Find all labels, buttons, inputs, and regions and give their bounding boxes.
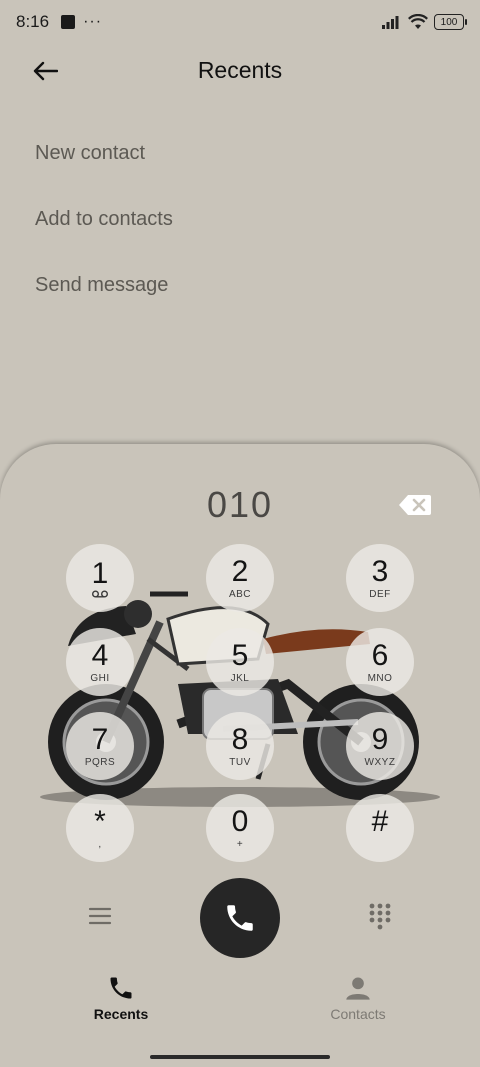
header: Recents <box>0 44 480 98</box>
tab-recents[interactable]: Recents <box>61 974 181 1030</box>
keypad-toggle-button[interactable] <box>368 902 392 930</box>
key-digit: 2 <box>231 554 249 588</box>
notification-icon <box>61 15 76 29</box>
key-letters: MNO <box>367 672 393 684</box>
key-letters: JKL <box>230 672 250 684</box>
key-4[interactable]: 4 GHI <box>66 628 134 696</box>
key-1[interactable]: 1 <box>66 544 134 612</box>
key-7[interactable]: 7 PQRS <box>66 712 134 780</box>
key-0[interactable]: 0 + <box>206 794 274 862</box>
key-letters: PQRS <box>84 756 116 768</box>
key-digit: 6 <box>371 638 389 672</box>
key-2[interactable]: 2 ABC <box>206 544 274 612</box>
wifi-icon <box>408 14 428 29</box>
more-notifications-icon: ··· <box>83 13 103 30</box>
key-letters: DEF <box>369 588 391 600</box>
home-indicator[interactable] <box>150 1055 330 1059</box>
key-digit: 3 <box>371 554 389 588</box>
status-time: 8:16 <box>16 12 50 31</box>
key-digit: * <box>94 804 106 838</box>
key-digit: 4 <box>91 638 109 672</box>
tab-contacts[interactable]: Contacts <box>298 974 418 1030</box>
key-hash[interactable]: # <box>346 794 414 862</box>
key-digit: # <box>371 804 389 838</box>
key-digit: 0 <box>231 804 249 838</box>
status-bar: 8:16 ··· 100 <box>0 0 480 44</box>
add-to-contacts-item[interactable]: Add to contacts <box>0 186 480 252</box>
tab-label: Contacts <box>330 1006 386 1022</box>
page-title: Recents <box>197 57 283 83</box>
voicemail-icon <box>92 590 108 598</box>
backspace-button[interactable] <box>398 494 432 516</box>
key-8[interactable]: 8 TUV <box>206 712 274 780</box>
menu-lines-icon <box>88 907 112 925</box>
call-button[interactable] <box>200 878 280 958</box>
key-letters: GHI <box>90 672 110 684</box>
recent-actions-menu: New contact Add to contacts Send message <box>0 120 480 318</box>
phone-icon <box>227 905 253 931</box>
keypad-icon <box>369 903 391 930</box>
key-6[interactable]: 6 MNO <box>346 628 414 696</box>
status-icons: 100 <box>382 14 467 30</box>
signal-icon <box>382 16 399 29</box>
key-letters: TUV <box>229 756 251 768</box>
new-contact-item[interactable]: New contact <box>0 120 480 186</box>
dialer-action-row <box>0 878 480 958</box>
key-digit: 7 <box>91 722 109 756</box>
key-digit: 9 <box>371 722 389 756</box>
key-digit: 1 <box>91 557 109 590</box>
bottom-nav: Recents Contacts <box>0 974 480 1034</box>
battery-level: 100 <box>440 16 458 28</box>
key-letters: WXYZ <box>364 756 396 768</box>
phone-icon <box>110 977 132 999</box>
key-digit: 5 <box>231 638 249 672</box>
key-letters: + <box>236 838 244 850</box>
send-message-item[interactable]: Send message <box>0 252 480 318</box>
person-icon <box>346 977 370 1000</box>
key-letters: , <box>98 838 102 850</box>
key-letters: ABC <box>228 588 252 600</box>
menu-button[interactable] <box>86 904 114 928</box>
key-digit: 8 <box>231 722 249 756</box>
key-5[interactable]: 5 JKL <box>206 628 274 696</box>
backspace-icon <box>399 495 431 515</box>
battery-icon: 100 <box>434 14 467 30</box>
key-3[interactable]: 3 DEF <box>346 544 414 612</box>
key-9[interactable]: 9 WXYZ <box>346 712 414 780</box>
tab-label: Recents <box>93 1006 149 1022</box>
key-star[interactable]: * , <box>66 794 134 862</box>
